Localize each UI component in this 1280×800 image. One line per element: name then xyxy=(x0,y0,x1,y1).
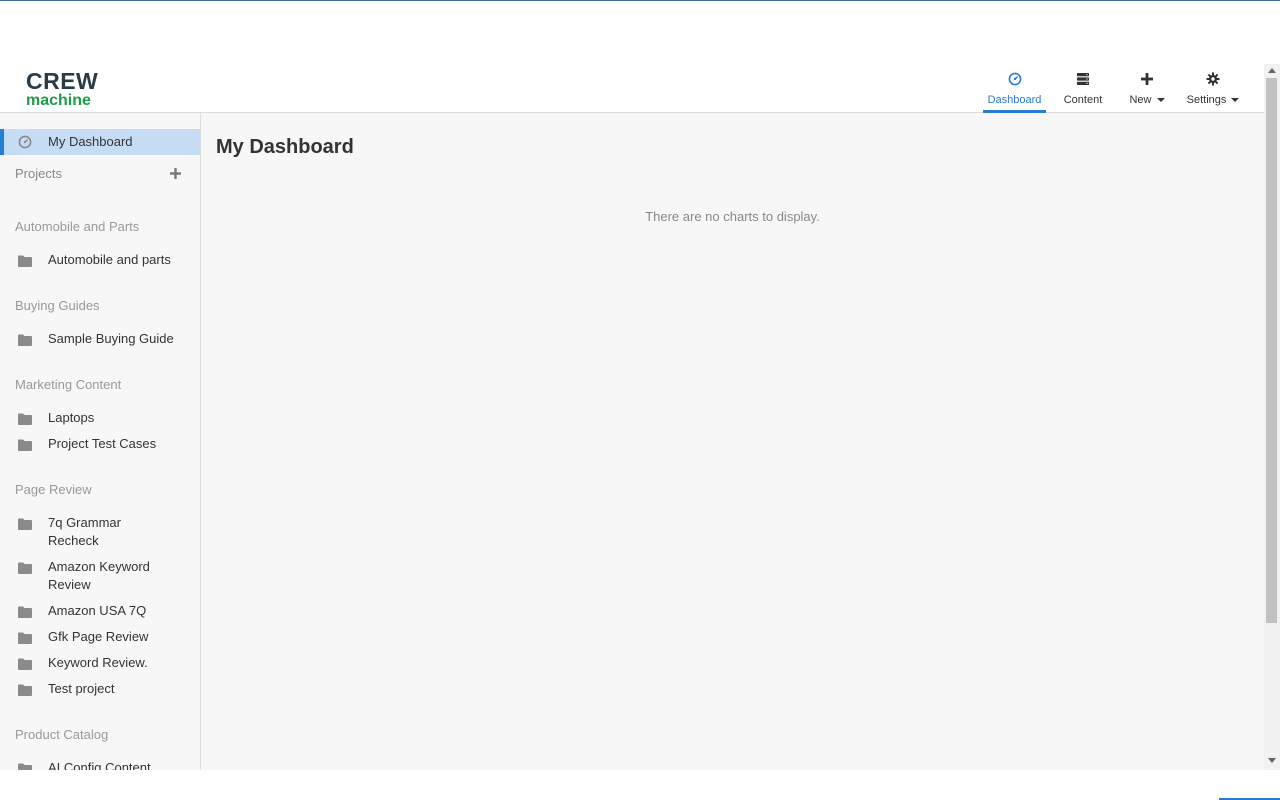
sidebar-item-label: My Dashboard xyxy=(48,134,133,149)
folder-icon xyxy=(18,561,32,579)
nav-dashboard[interactable]: Dashboard xyxy=(983,64,1046,113)
app-window: CREW machine Dashboard Content New Setti… xyxy=(0,64,1280,770)
logo-machine-text: machine xyxy=(26,92,91,109)
nav-content[interactable]: Content xyxy=(1057,64,1109,112)
folder-icon xyxy=(18,333,32,351)
nav-new-dropdown[interactable]: New xyxy=(1123,64,1171,112)
folder-icon xyxy=(18,254,32,272)
sidebar: My Dashboard Projects Automobile and Par… xyxy=(0,113,201,770)
project-item-label: Keyword Review. xyxy=(48,655,148,670)
folder-icon xyxy=(18,631,32,649)
add-project-plus-icon[interactable] xyxy=(169,167,182,180)
nav-settings-label: Settings xyxy=(1186,94,1227,106)
project-item-label: Automobile and parts xyxy=(48,252,171,267)
top-border-line xyxy=(0,0,1280,1)
dashboard-gauge-icon xyxy=(18,135,32,154)
folder-icon xyxy=(18,683,32,701)
folder-icon xyxy=(18,657,32,675)
caret-down-icon xyxy=(1231,98,1240,103)
header: CREW machine Dashboard Content New Setti… xyxy=(0,64,1264,113)
scrollbar-thumb[interactable] xyxy=(1266,78,1277,623)
vertical-scrollbar[interactable] xyxy=(1264,64,1280,770)
category-heading: Page Review xyxy=(15,482,92,497)
nav-settings-label-wrap: Settings xyxy=(1187,94,1240,106)
scroll-up-arrow-icon[interactable] xyxy=(1268,68,1276,73)
folder-icon xyxy=(18,438,32,456)
project-item-label: 7q Grammar Recheck xyxy=(48,515,121,548)
folder-icon xyxy=(18,412,32,430)
category-heading: Automobile and Parts xyxy=(15,219,140,234)
gear-icon xyxy=(1206,69,1220,89)
category-heading: Product Catalog xyxy=(15,727,109,742)
project-item-label: Amazon USA 7Q xyxy=(48,603,147,618)
category-heading: Buying Guides xyxy=(15,298,100,313)
nav-content-label: Content xyxy=(1063,94,1103,106)
plus-icon xyxy=(1140,69,1154,89)
nav-new-label-wrap: New xyxy=(1129,94,1165,106)
logo[interactable]: CREW machine xyxy=(26,70,98,109)
nav-dashboard-label: Dashboard xyxy=(987,94,1042,106)
project-item-label: Test project xyxy=(48,681,115,696)
page-title: My Dashboard xyxy=(216,136,354,158)
empty-charts-message: There are no charts to display. xyxy=(645,209,820,224)
scroll-down-arrow-icon[interactable] xyxy=(1268,758,1276,763)
dashboard-gauge-icon xyxy=(1008,69,1022,89)
category-heading: Marketing Content xyxy=(15,377,122,392)
project-item-label: Amazon Keyword Review xyxy=(48,559,150,592)
folder-icon xyxy=(18,517,32,535)
project-item-label: AI Config Content xyxy=(48,760,151,770)
content-server-icon xyxy=(1076,69,1090,89)
nav-new-label: New xyxy=(1129,94,1152,106)
top-nav: Dashboard Content New Settings xyxy=(983,64,1242,113)
project-item-label: Laptops xyxy=(48,410,95,425)
folder-icon xyxy=(18,762,32,770)
projects-heading: Projects xyxy=(15,166,62,181)
project-item-label: Gfk Page Review xyxy=(48,629,149,644)
project-item-label: Project Test Cases xyxy=(48,436,157,451)
nav-settings-dropdown[interactable]: Settings xyxy=(1184,64,1242,112)
logo-crew-text: CREW xyxy=(26,68,99,94)
project-item-label: Sample Buying Guide xyxy=(48,331,174,346)
sidebar-item-my-dashboard[interactable]: My Dashboard xyxy=(0,129,200,155)
folder-icon xyxy=(18,605,32,623)
caret-down-icon xyxy=(1156,98,1165,103)
main-content: My Dashboard There are no charts to disp… xyxy=(201,113,1264,770)
